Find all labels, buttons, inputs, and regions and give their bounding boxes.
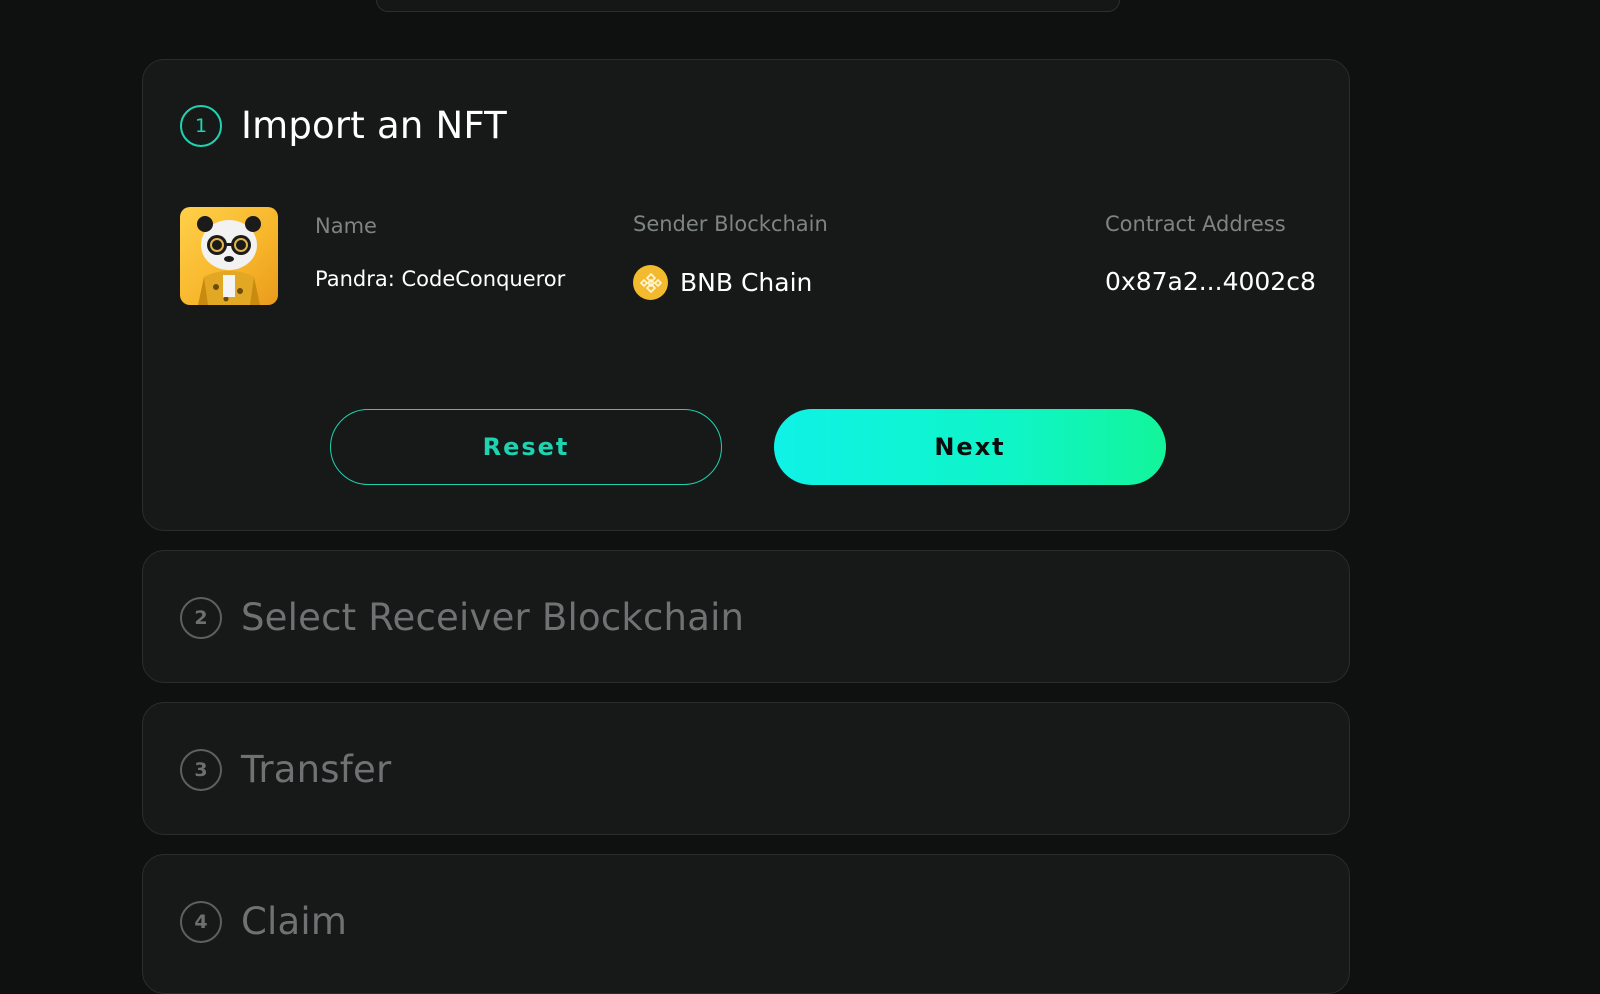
step-number-badge: 1 [180,104,222,147]
step-title: Claim [241,900,348,943]
step-title: Select Receiver Blockchain [241,596,745,639]
reset-button[interactable]: Reset [330,409,722,485]
step-number-badge: 2 [180,596,222,639]
step-card-select-receiver[interactable]: 2 Select Receiver Blockchain [142,550,1350,683]
sender-blockchain-label: Sender Blockchain [633,212,828,236]
step-title: Import an NFT [241,104,507,147]
top-panel-edge [376,0,1120,12]
step-title: Transfer [241,748,392,791]
sender-blockchain-value: BNB Chain [633,265,812,300]
step-number-badge: 4 [180,900,222,943]
step-header: 2 Select Receiver Blockchain [180,596,744,639]
contract-address-value: 0x87a2...4002c8 [1105,267,1316,296]
sender-blockchain-name: BNB Chain [680,268,813,297]
bnb-chain-icon [633,265,668,300]
step-card-transfer[interactable]: 3 Transfer [142,702,1350,835]
step-header: 1 Import an NFT [180,104,507,147]
step-card-claim[interactable]: 4 Claim [142,854,1350,994]
nft-name-value: Pandra: CodeConqueror [315,267,566,291]
step-card-import-nft: 1 Import an NFT Name Pandra: CodeConquer… [142,59,1350,531]
nft-thumbnail [180,207,278,305]
contract-address-label: Contract Address [1105,212,1286,236]
panda-avatar-icon [197,216,261,305]
next-button[interactable]: Next [774,409,1166,485]
nft-name-label: Name [315,214,377,238]
step-header: 4 Claim [180,900,347,943]
step-number-badge: 3 [180,748,222,791]
step-header: 3 Transfer [180,748,391,791]
